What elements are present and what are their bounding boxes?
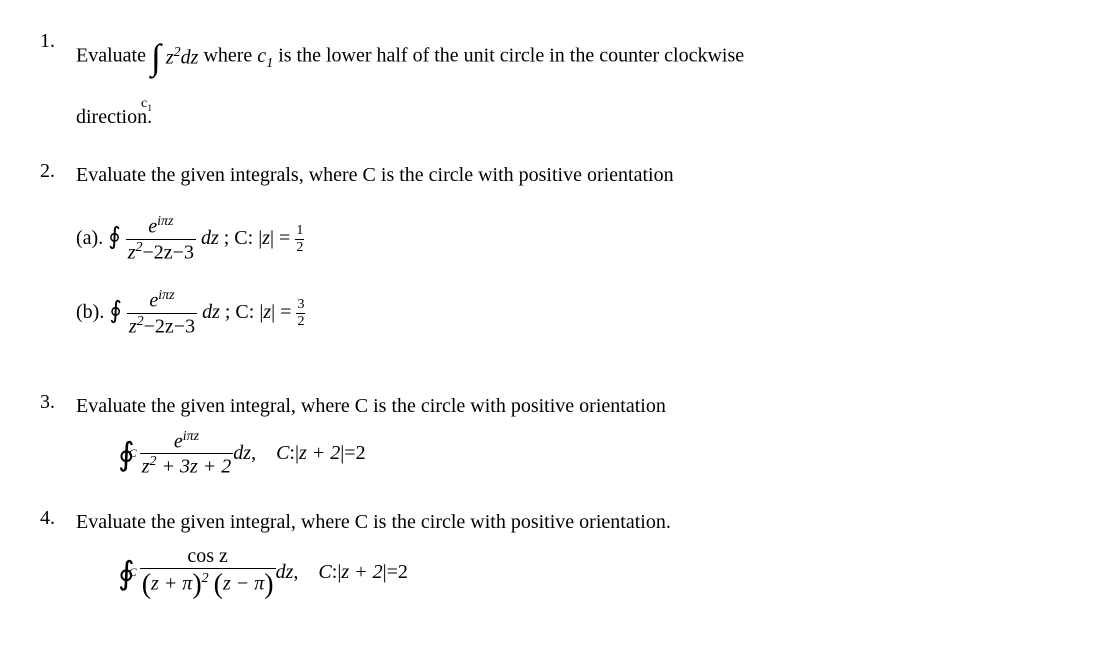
problem-number: 1. [40,30,76,53]
denominator: (z + π)2 (z − π) [140,569,276,601]
problem-number: 3. [40,391,76,414]
rhs-fraction: 3 2 [296,298,305,329]
problem-content: Evaluate ∫ c1 z2dz where c1 is the lower… [76,30,1078,132]
text-before: Evaluate [76,45,151,67]
denominator: z2−2z−3 [126,240,196,265]
rhs: 2 [398,561,408,584]
problem-text-line2: direction. [76,102,1078,132]
numerator: eiπz [140,429,234,455]
display-equation: ∮ C cos z (z + π)2 (z − π) dz , C : z + … [118,545,1078,601]
integral-expression: ∫ c1 [151,30,161,84]
problem-number: 2. [40,160,76,183]
numerator: cos z [140,545,276,569]
integral-symbol: ∫ [151,30,161,84]
sub-problem-a: (a). ∮ eiπz z2−2z−3 dz ; C: z = 1 2 [76,214,1078,264]
problem-text: Evaluate the given integral, where C is … [76,507,1078,537]
problem-content: Evaluate the given integral, where C is … [76,391,1078,479]
dz: dz [201,227,219,249]
problem-text: Evaluate the given integral, where C is … [76,391,1078,421]
rhs: 2 [356,442,366,465]
integrand-fraction: eiπz z2 + 3z + 2 [140,429,234,479]
equals: = [279,227,295,249]
equals: = [280,301,296,323]
problem-1: 1. Evaluate ∫ c1 z2dz where c1 is the lo… [40,30,1078,132]
separator: ; C: [225,301,259,323]
problem-text: Evaluate the given integrals, where C is… [76,160,1078,190]
problem-text: Evaluate ∫ c1 z2dz where c1 is the lower… [76,30,1078,84]
abs-z: z [258,227,274,249]
rhs-fraction: 1 2 [295,224,304,255]
contour-integral-symbol: ∮ [118,554,135,592]
comma: , [293,561,318,584]
problem-content: Evaluate the given integral, where C is … [76,507,1078,601]
text-after: is the lower half of the unit circle in … [278,45,744,67]
abs-z: z [259,301,275,323]
sub-label: (a). [76,227,108,249]
problem-content: Evaluate the given integrals, where C is… [76,160,1078,363]
sub-label: (b). [76,301,109,323]
integrand-fraction: eiπz z2−2z−3 [126,214,196,264]
text-mid: where [203,45,257,67]
C-label: C [276,442,289,465]
display-equation: ∮ C eiπz z2 + 3z + 2 dz , C : z + 2 = 2 [118,429,1078,479]
equals: = [344,442,355,465]
contour-integral-symbol: ∮ [118,435,135,473]
dz: dz [202,301,220,323]
abs-expr: z + 2 [337,561,386,584]
numerator: eiπz [127,288,197,314]
contour-integral-symbol: ∮ [109,298,122,324]
numerator: eiπz [126,214,196,240]
denominator: z2−2z−3 [127,314,197,339]
integrand-fraction: eiπz z2−2z−3 [127,288,197,338]
contour-integral-symbol: ∮ [108,224,121,250]
separator: ; C: [224,227,258,249]
abs-expr: z + 2 [295,442,344,465]
problem-2: 2. Evaluate the given integrals, where C… [40,160,1078,363]
dz: dz [276,561,294,584]
integrand: z2dz [166,42,199,73]
integrand-fraction: cos z (z + π)2 (z − π) [140,545,276,601]
dz: dz [233,442,251,465]
denominator: z2 + 3z + 2 [140,454,234,479]
sub-problem-b: (b). ∮ eiπz z2−2z−3 dz ; C: z = 3 2 [76,288,1078,338]
contour-var: c1 [257,45,273,67]
problem-3: 3. Evaluate the given integral, where C … [40,391,1078,479]
C-label: C [318,561,331,584]
problem-number: 4. [40,507,76,530]
comma: , [251,442,276,465]
integral-lower-limit: c1 [141,93,152,116]
equals: = [387,561,398,584]
problem-4: 4. Evaluate the given integral, where C … [40,507,1078,601]
